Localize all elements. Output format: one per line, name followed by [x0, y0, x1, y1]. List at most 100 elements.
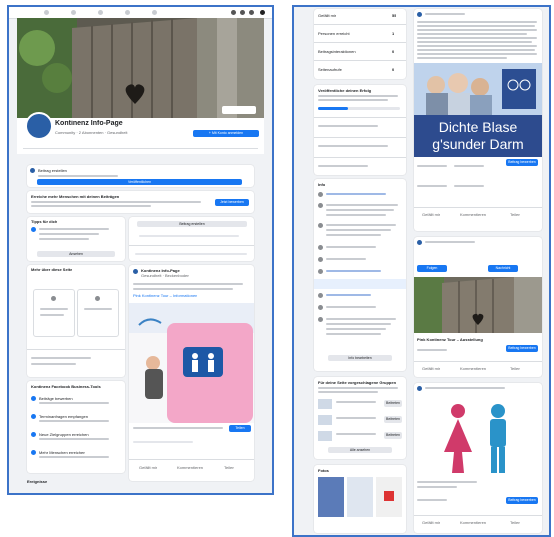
resource-item[interactable]: Neue Zielgruppen erreichen	[39, 432, 89, 437]
grow-card: Veröffentliche deinen Erfolg	[314, 85, 406, 175]
task-item	[318, 125, 378, 127]
tip-button[interactable]: Ansehen	[37, 251, 115, 257]
share-button[interactable]: Teilen	[229, 425, 251, 432]
info-row	[326, 209, 394, 211]
resources-title: Kontinenz Facebook Business-Tools	[31, 384, 101, 389]
comment-action[interactable]: Kommentieren	[460, 366, 486, 371]
info-button[interactable]: Info bearbeiten	[328, 355, 392, 361]
comment-action[interactable]: Kommentieren	[460, 212, 486, 217]
composer-card: Beitrag erstellen Veröffentlichen	[27, 165, 254, 187]
intro-card: Mehr über diese Seite	[27, 265, 125, 377]
comment-action[interactable]: Kommentieren	[460, 520, 486, 525]
divider	[314, 157, 406, 158]
groups-title: Für deine Seite vorgeschlagene Gruppen	[318, 380, 397, 385]
grow-text-2	[318, 99, 388, 101]
photo-thumb[interactable]	[347, 477, 373, 517]
share-action[interactable]: Teilen	[510, 366, 520, 371]
divider	[314, 117, 406, 118]
resource-item[interactable]: Mehr Menschen erreichen	[39, 450, 85, 455]
intro-text-2	[40, 314, 64, 316]
divider	[129, 245, 254, 246]
post-text-10	[417, 57, 507, 59]
create-post-button[interactable]: Beitrag erstellen	[137, 221, 247, 227]
right-screenshot: Gefällt mir 55 Personen erreicht 1 Beitr…	[292, 5, 551, 537]
info-row-icon	[318, 223, 323, 228]
see-all-button[interactable]: Alle ansehen	[328, 447, 392, 453]
like-action[interactable]: Gefällt mir	[422, 212, 440, 217]
watch-icon[interactable]	[98, 10, 103, 15]
info-row	[326, 270, 381, 272]
friends-icon[interactable]	[71, 10, 76, 15]
resource-item[interactable]: Beiträge bewerben	[39, 396, 73, 401]
boost-post-button[interactable]: Beitrag bewerben	[506, 497, 538, 504]
photo-thumb[interactable]	[376, 477, 402, 517]
home-icon[interactable]	[44, 10, 49, 15]
caption-2	[417, 486, 457, 488]
share-action[interactable]: Teilen	[510, 520, 520, 525]
boost-post-button[interactable]: Beitrag bewerben	[506, 345, 538, 352]
resource-icon-3	[31, 432, 36, 437]
photo-thumb[interactable]	[318, 477, 344, 517]
door-image	[414, 277, 542, 333]
groups-text-2	[318, 391, 378, 393]
divider	[314, 42, 406, 43]
post-button[interactable]: Veröffentlichen	[37, 179, 242, 185]
composer-prompt[interactable]: Beitrag erstellen	[38, 168, 67, 173]
widget-card-1: Tipps für dich Ansehen	[27, 217, 125, 261]
account-avatar[interactable]	[260, 10, 265, 15]
notifications-icon[interactable]	[249, 10, 254, 15]
gaming-icon[interactable]	[152, 10, 157, 15]
photo-logo	[384, 491, 394, 501]
photos-title: Fotos	[318, 468, 329, 473]
intro-box-2	[77, 289, 119, 337]
like-action[interactable]: Gefällt mir	[139, 465, 157, 470]
cover-photo	[17, 18, 264, 118]
post-text-9	[417, 53, 537, 55]
post-text-7	[417, 45, 537, 47]
like-action[interactable]: Gefällt mir	[422, 520, 440, 525]
group-thumb	[318, 431, 332, 441]
share-action[interactable]: Teilen	[510, 212, 520, 217]
share-action[interactable]: Teilen	[224, 465, 234, 470]
info-row	[326, 318, 396, 320]
stats-card: Gefällt mir 55 Personen erreicht 1 Beitr…	[314, 9, 406, 79]
intro-footer-2	[31, 363, 76, 365]
post-link[interactable]: Pink Kontinenz Tour – Informationen	[133, 293, 197, 298]
join-button[interactable]: Beitreten	[384, 432, 402, 439]
groups-icon[interactable]	[125, 10, 130, 15]
page-subtitle: Community · 2 Abonnenten · Gesundheit	[55, 130, 128, 135]
info-row	[326, 333, 381, 335]
info-row-icon	[318, 317, 323, 322]
footer-heading: Ereignisse	[27, 479, 48, 484]
tip-text	[39, 228, 109, 230]
highlight-row[interactable]	[314, 279, 406, 289]
boost-title: Erreiche mehr Menschen mit deinen Beiträ…	[31, 194, 120, 199]
like-action[interactable]: Gefällt mir	[422, 366, 440, 371]
resource-desc	[39, 456, 109, 458]
progress-fill	[318, 107, 348, 110]
follow-button[interactable]: Folgen	[417, 265, 447, 272]
resource-item[interactable]: Terminanfragen empfangen	[39, 414, 88, 419]
create-button[interactable]: + Mit Konto anmelden	[193, 130, 259, 137]
post-author	[425, 241, 475, 243]
join-button[interactable]: Beitreten	[384, 416, 402, 423]
group-name	[336, 417, 376, 419]
post-text-8	[417, 49, 535, 51]
message-button[interactable]: Nachricht	[488, 265, 518, 272]
boost-button[interactable]: Jetzt bewerben	[215, 199, 249, 206]
menu-icon[interactable]	[231, 10, 236, 15]
join-button[interactable]: Beitreten	[384, 400, 402, 407]
action-row	[139, 235, 239, 237]
divider	[314, 137, 406, 138]
stat-label: Gefällt mir	[318, 13, 337, 18]
messenger-icon[interactable]	[240, 10, 245, 15]
comment-action[interactable]: Kommentieren	[177, 465, 203, 470]
divider	[314, 60, 406, 61]
intro-box-1	[33, 289, 75, 337]
info-card: Info Info bearbeiten	[314, 179, 406, 371]
boost-post-button[interactable]: Beitrag bewerben	[506, 159, 538, 166]
post-text-4	[417, 33, 527, 35]
page-avatar[interactable]	[25, 112, 53, 140]
boost-card: Erreiche mehr Menschen mit deinen Beiträ…	[27, 191, 254, 213]
card-title[interactable]: Pink Kontinenz Tour – Ausstellung	[417, 337, 483, 342]
